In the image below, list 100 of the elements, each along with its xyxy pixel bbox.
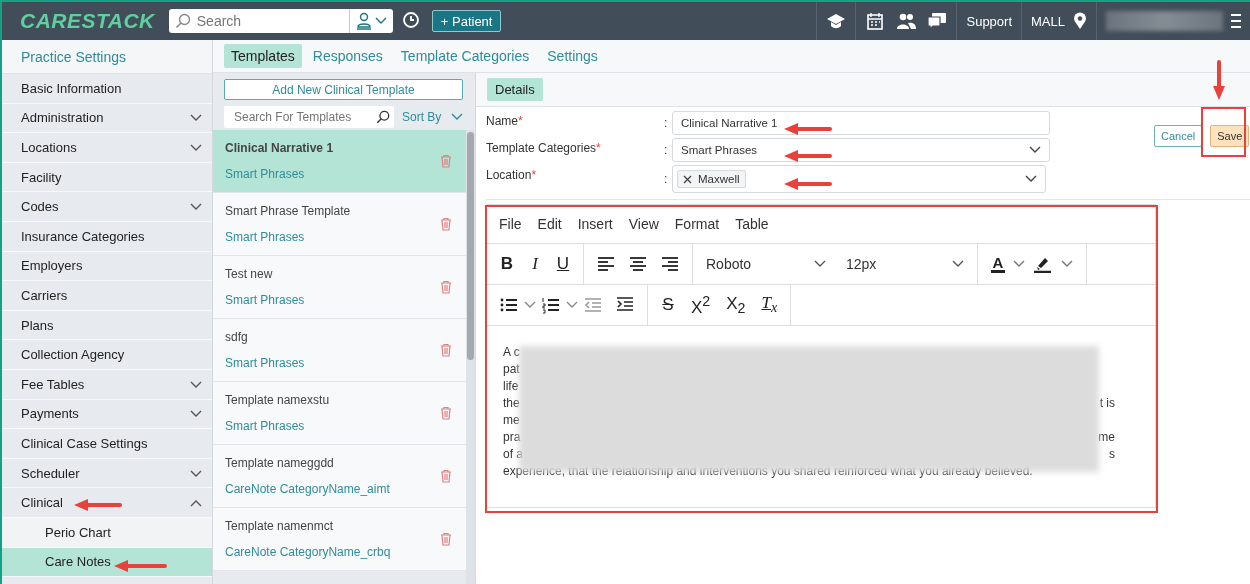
align-left-icon[interactable] bbox=[597, 255, 615, 273]
align-center-icon[interactable] bbox=[629, 255, 647, 273]
menu-item[interactable]: View bbox=[628, 216, 659, 232]
sidebar-item[interactable]: Facility bbox=[2, 162, 212, 193]
underline-button[interactable]: U bbox=[556, 254, 570, 274]
chevron-icon bbox=[451, 113, 464, 121]
colon: : bbox=[664, 143, 669, 157]
sidebar-item[interactable]: Basic Information bbox=[2, 74, 212, 104]
location-label[interactable]: MALL bbox=[1031, 13, 1065, 29]
input-field[interactable]: Clinical Narrative 1 bbox=[672, 111, 1050, 135]
tab[interactable]: Templates bbox=[224, 44, 302, 68]
trash-icon[interactable] bbox=[440, 217, 452, 231]
align-right-icon[interactable] bbox=[661, 255, 679, 273]
details-tab[interactable]: Details bbox=[487, 78, 543, 101]
select-field[interactable]: Maxwell bbox=[672, 165, 1046, 193]
search-field[interactable]: Search bbox=[168, 9, 349, 33]
trash-icon[interactable] bbox=[440, 343, 452, 357]
sidebar-item[interactable]: Fee Tables bbox=[2, 369, 212, 400]
sidebar-item[interactable]: Scheduler bbox=[2, 458, 212, 489]
bold-button[interactable]: B bbox=[500, 254, 514, 274]
menu-item[interactable]: Table bbox=[735, 216, 769, 232]
menu-item[interactable]: Edit bbox=[537, 216, 562, 232]
template-item[interactable]: Smart Phrase Template Smart Phrases bbox=[213, 193, 466, 256]
chat-icon[interactable] bbox=[927, 12, 948, 30]
template-category: Smart Phrases bbox=[225, 167, 306, 181]
template-item[interactable]: Template nameggdd CareNote CategoryName_aimt bbox=[213, 445, 466, 508]
highlighter-icon[interactable] bbox=[1033, 255, 1053, 273]
cancel-button[interactable]: Cancel bbox=[1154, 125, 1203, 147]
chevron-icon bbox=[190, 499, 202, 508]
sidebar-item[interactable]: Administration bbox=[2, 103, 212, 134]
template-category: Smart Phrases bbox=[225, 356, 305, 370]
location-pin-icon[interactable] bbox=[1073, 12, 1087, 30]
chevron-icon bbox=[190, 144, 202, 152]
field-label: Template Categories* bbox=[486, 140, 602, 155]
font-family-select[interactable]: Roboto bbox=[706, 256, 826, 272]
history-icon[interactable] bbox=[401, 10, 422, 29]
trash-icon[interactable] bbox=[440, 280, 452, 294]
trash-icon[interactable] bbox=[440, 406, 452, 420]
menu-icon[interactable] bbox=[1231, 12, 1241, 30]
indent-icon[interactable] bbox=[616, 294, 634, 313]
template-item[interactable]: Test new Smart Phrases bbox=[213, 256, 466, 319]
template-item[interactable]: Template namexstu Smart Phrases bbox=[213, 382, 466, 445]
superscript-button[interactable]: X$^{2}$ bbox=[691, 292, 711, 318]
sidebar-item[interactable]: Employers bbox=[2, 251, 212, 282]
remove-icon[interactable] bbox=[683, 174, 692, 184]
template-item[interactable]: Clinical Narrative 1 Smart Phrases bbox=[213, 130, 466, 193]
strikethrough-button[interactable]: S bbox=[661, 295, 675, 315]
template-name: Template nameggdd bbox=[225, 456, 335, 470]
graduation-cap-icon[interactable] bbox=[826, 12, 847, 30]
sidebar-item[interactable]: Payments bbox=[2, 399, 212, 430]
sidebar-item[interactable]: Locations bbox=[2, 133, 212, 163]
sidebar-item[interactable]: Codes bbox=[2, 192, 212, 222]
clear-format-button[interactable]: T$_{x}$ bbox=[761, 293, 778, 317]
chevron-icon bbox=[814, 260, 826, 268]
menu-item[interactable]: File bbox=[499, 216, 522, 232]
menu-item[interactable]: Insert bbox=[577, 216, 613, 232]
chevron-icon bbox=[190, 469, 202, 478]
colon: : bbox=[664, 116, 669, 130]
template-item[interactable]: Template namenmct CareNote CategoryName_crbq bbox=[213, 508, 466, 571]
tab[interactable]: Template Categories bbox=[393, 44, 537, 68]
text-fragment: of a bbox=[503, 446, 523, 463]
sidebar-item[interactable]: Clinical Case Settings bbox=[2, 429, 212, 459]
text-color-button[interactable]: A bbox=[991, 255, 1005, 273]
user-filter-dropdown[interactable] bbox=[348, 9, 393, 33]
font-size-select[interactable]: 12px bbox=[846, 256, 964, 272]
user-icon[interactable] bbox=[355, 12, 372, 30]
sidebar-item[interactable]: Plans bbox=[2, 310, 212, 341]
calendar-icon[interactable] bbox=[865, 12, 886, 30]
subscript-button[interactable]: X$_{2}$ bbox=[726, 293, 746, 317]
trash-icon[interactable] bbox=[440, 532, 452, 546]
sidebar-item[interactable]: Collection Agency bbox=[2, 340, 212, 370]
template-name: sdfg bbox=[225, 330, 249, 344]
template-name: Clinical Narrative 1 bbox=[225, 141, 334, 155]
trash-icon[interactable] bbox=[440, 469, 452, 483]
sidebar-item[interactable]: Carriers bbox=[2, 281, 212, 311]
tab[interactable]: Settings bbox=[540, 44, 605, 68]
sidebar-item[interactable]: Perio Chart bbox=[2, 517, 212, 548]
search-input[interactable]: Search bbox=[194, 12, 349, 30]
new-patient-button[interactable]: + Patient bbox=[431, 10, 502, 32]
add-template-button[interactable]: Add New Clinical Template bbox=[224, 79, 463, 100]
italic-button[interactable]: I bbox=[528, 254, 542, 274]
menu-item[interactable]: Format bbox=[674, 216, 720, 232]
bullet-list-icon[interactable] bbox=[500, 296, 518, 314]
location-tag[interactable]: Maxwell bbox=[677, 170, 746, 188]
scrollbar[interactable] bbox=[466, 130, 475, 584]
chevron-icon bbox=[952, 260, 964, 268]
save-button[interactable]: Save bbox=[1210, 125, 1250, 147]
text-fragment: life bbox=[503, 378, 519, 395]
numbered-list-icon[interactable] bbox=[542, 296, 560, 314]
tab[interactable]: Responses bbox=[305, 44, 390, 68]
template-search-field[interactable]: Search For Templates bbox=[224, 106, 394, 128]
text-fragment: t is bbox=[1099, 395, 1115, 412]
sidebar-item[interactable]: Insurance Categories bbox=[2, 221, 212, 252]
support-link[interactable]: Support bbox=[966, 13, 1013, 29]
select-field[interactable]: Smart Phrases bbox=[672, 138, 1050, 162]
template-name: Test new bbox=[225, 267, 274, 281]
template-item[interactable]: sdfg Smart Phrases bbox=[213, 319, 466, 382]
chevron-icon bbox=[566, 301, 578, 309]
logo[interactable]: CARESTACK bbox=[20, 9, 155, 33]
people-icon[interactable] bbox=[895, 12, 918, 30]
